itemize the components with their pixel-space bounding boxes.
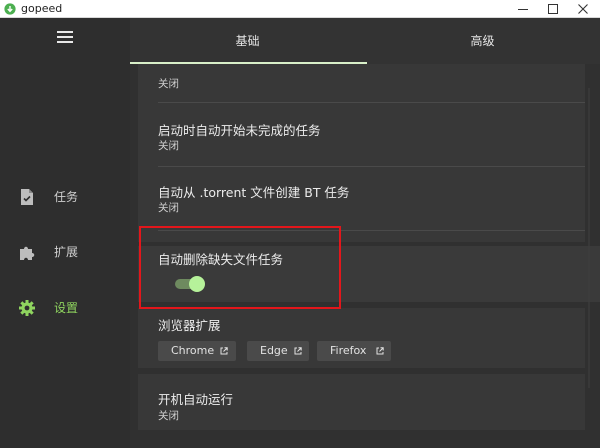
minimize-icon: [518, 9, 528, 10]
task-file-icon: [21, 189, 33, 205]
firefox-extension-button[interactable]: Firefox: [317, 341, 391, 361]
hamburger-menu-icon[interactable]: [57, 31, 73, 43]
button-label: Firefox: [330, 344, 367, 357]
setting-value: 关闭: [158, 202, 179, 214]
sidebar-item-tasks[interactable]: 任务: [0, 179, 130, 215]
scrollbar[interactable]: [586, 88, 592, 388]
settings-tabs: 基础 高级: [130, 18, 600, 64]
setting-value: 关闭: [158, 78, 179, 90]
sidebar-item-extensions[interactable]: 扩展: [0, 234, 130, 270]
setting-value: 关闭: [158, 140, 179, 152]
external-link-icon: [220, 347, 228, 355]
external-link-icon: [294, 347, 302, 355]
window-titlebar[interactable]: gopeed: [0, 0, 600, 18]
maximize-button[interactable]: [542, 1, 564, 17]
setting-title: 开机自动运行: [158, 392, 234, 407]
setting-title: 启动时自动开始未完成的任务: [158, 123, 321, 138]
setting-browser-extension: 浏览器扩展 Chrome Edge Firefox: [138, 308, 585, 368]
chrome-extension-button[interactable]: Chrome: [158, 341, 236, 361]
button-label: Edge: [260, 344, 288, 357]
tab-advanced[interactable]: 高级: [365, 18, 600, 64]
tab-basic[interactable]: 基础: [130, 18, 365, 64]
sidebar: 任务 扩展 设置: [0, 18, 130, 448]
divider: [158, 166, 585, 167]
setting-launch-at-startup[interactable]: 开机自动运行 关闭: [138, 374, 585, 430]
divider: [158, 102, 585, 103]
minimize-button[interactable]: [512, 1, 534, 17]
close-icon: [578, 4, 588, 14]
sidebar-item-label: 扩展: [54, 245, 79, 259]
window-title: gopeed: [21, 2, 63, 15]
annotation-highlight-box: [139, 226, 341, 309]
sidebar-item-label: 设置: [54, 301, 79, 315]
puzzle-icon: [20, 246, 35, 260]
sidebar-item-label: 任务: [54, 190, 79, 204]
settings-card-general: 关闭 启动时自动开始未完成的任务 关闭 自动从 .torrent 文件创建 BT…: [138, 64, 585, 242]
button-label: Chrome: [171, 344, 215, 357]
gopeed-logo-icon: [4, 3, 16, 15]
close-button[interactable]: [572, 1, 594, 17]
external-link-icon: [376, 347, 384, 355]
setting-title: 自动从 .torrent 文件创建 BT 任务: [158, 185, 350, 200]
gear-icon: [19, 300, 35, 316]
setting-title: 浏览器扩展: [158, 318, 221, 333]
edge-extension-button[interactable]: Edge: [247, 341, 309, 361]
sidebar-item-settings[interactable]: 设置: [0, 290, 130, 326]
maximize-icon: [548, 4, 558, 14]
setting-value: 关闭: [158, 410, 179, 422]
